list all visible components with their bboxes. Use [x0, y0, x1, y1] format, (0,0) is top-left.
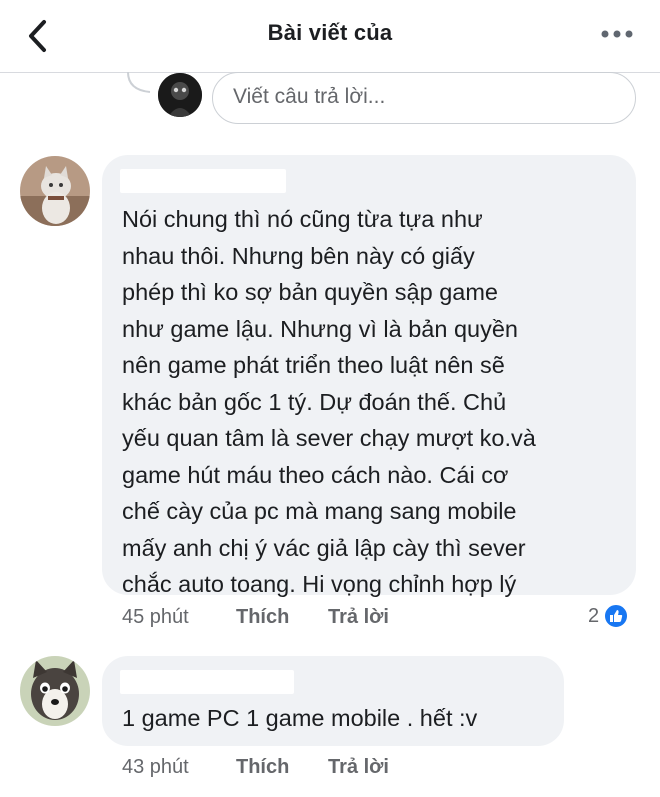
- comment-text: Nói chung thì nó cũng từa tựa như nhau t…: [122, 206, 536, 597]
- top-bar: Bài viết của: [0, 0, 660, 73]
- reply-button[interactable]: Trả lời: [328, 756, 389, 779]
- like-button[interactable]: Thích: [236, 756, 328, 779]
- reaction-count: 2: [588, 604, 600, 627]
- comment-bubble: Nói chung thì nó cũng từa tựa như nhau t…: [102, 155, 636, 597]
- current-user-avatar: [158, 73, 202, 117]
- page-title: Bài viết của: [267, 20, 393, 45]
- reply-button[interactable]: Trả lời: [328, 606, 389, 629]
- comment-time: 43 phút: [122, 756, 189, 778]
- comment-actions: 45 phút Thích Trả lời: [122, 606, 389, 629]
- comment-text: 1 game PC 1 game mobile . hết :v: [122, 705, 478, 731]
- commenter-avatar[interactable]: [20, 156, 90, 226]
- commenter-name-redacted: [120, 169, 286, 193]
- reply-input[interactable]: Viết câu trả lời...: [212, 72, 636, 124]
- more-horizontal-icon: [601, 30, 633, 38]
- comment-time: 45 phút: [122, 606, 189, 628]
- like-button[interactable]: Thích: [236, 606, 328, 629]
- comment-bubble: 1 game PC 1 game mobile . hết :v: [102, 656, 564, 746]
- commenter-name-redacted: [120, 670, 294, 694]
- thread-connector: [127, 72, 151, 93]
- commenter-avatar[interactable]: [20, 656, 90, 726]
- more-options-button[interactable]: [600, 24, 634, 44]
- reaction-summary[interactable]: 2: [588, 603, 630, 629]
- comment-actions: 43 phút Thích Trả lời: [122, 756, 389, 779]
- thumbs-up-icon: [603, 603, 630, 629]
